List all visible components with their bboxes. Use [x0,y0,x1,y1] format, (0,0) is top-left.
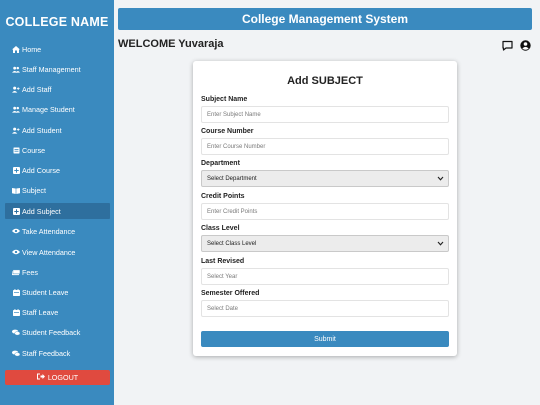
sidebar-item-view-attendance[interactable]: View Attendance [5,244,110,260]
department-select[interactable]: Select Department [201,170,449,187]
department-select-value: Select Department [207,175,257,182]
credit-points-input[interactable]: Enter Credit Points [201,203,449,220]
sidebar-item-student-feedback[interactable]: Student Feedback [5,324,110,340]
class-level-select[interactable]: Select Class Level [201,235,449,252]
plus-square-icon [12,166,20,174]
sidebar-item-label: Staff Management [22,64,81,74]
eye-icon [12,249,20,256]
sidebar-item-staff-management[interactable]: Staff Management [5,61,110,77]
sidebar-item-label: Student Leave [22,287,69,297]
comments-icon [12,350,20,357]
sidebar-item-label: Fees [22,267,38,277]
submit-button[interactable]: Submit [201,331,449,347]
money-icon [12,269,20,276]
last-revised-label: Last Revised [201,258,245,265]
sidebar-item-student-leave[interactable]: Student Leave [5,284,110,300]
user-plus-icon [12,86,20,93]
sidebar-item-label: Take Attendance [22,226,76,236]
chevron-down-icon [437,240,444,247]
course-number-label: Course Number [201,128,254,135]
app-title-bar: College Management System [118,8,532,30]
semester-offered-input[interactable]: Select Date [201,300,449,317]
app-title: College Management System [241,12,409,26]
welcome-text: WELCOME Yuvaraja [118,38,224,50]
home-icon [12,45,20,53]
user-plus-icon [12,127,20,134]
calendar-icon [12,308,20,316]
class-level-label: Class Level [201,225,240,232]
sidebar-item-label: Subject [22,185,46,195]
sidebar-item-fees[interactable]: Fees [5,264,110,280]
sign-out-icon [36,373,45,382]
last-revised-input[interactable]: Select Year [201,268,449,285]
subject-name-input[interactable]: Enter Subject Name [201,106,449,123]
users-icon [12,66,20,73]
sidebar-item-staff-feedback[interactable]: Staff Feedback [5,345,110,361]
sidebar-item-label: Staff Leave [22,307,59,317]
form-title: Add SUBJECT [287,75,363,87]
sidebar-item-take-attendance[interactable]: Take Attendance [5,223,110,239]
chevron-down-icon [437,175,444,182]
sidebar-item-manage-student[interactable]: Manage Student [5,101,110,117]
sidebar-item-add-course[interactable]: Add Course [5,162,110,178]
department-label: Department [201,160,240,167]
sidebar-item-label: Add Student [22,125,62,135]
message-icon[interactable] [502,38,513,51]
eye-icon [12,228,20,235]
sidebar-item-subject[interactable]: Subject [5,182,110,198]
book-icon [12,147,20,154]
calendar-icon [12,288,20,296]
brand-title: COLLEGE NAME [5,15,109,29]
logout-label: LOGOUT [47,373,79,382]
sidebar-item-label: Student Feedback [22,327,81,337]
sidebar-item-label: Manage Student [22,104,75,114]
sidebar-item-home[interactable]: Home [5,41,110,57]
users-icon [12,106,20,113]
sidebar-item-add-staff[interactable]: Add Staff [5,81,110,97]
book-open-icon [12,187,20,194]
sidebar: COLLEGE NAME Home Staff Management Add S… [0,0,114,405]
course-number-input[interactable]: Enter Course Number [201,138,449,155]
sidebar-item-label: Course [22,145,46,155]
sidebar-item-add-student[interactable]: Add Student [5,122,110,138]
plus-square-icon [12,207,20,215]
semester-offered-label: Semester Offered [201,290,260,297]
logout-button[interactable]: LOGOUT [5,370,110,385]
sidebar-item-label: Add Course [22,165,60,175]
sidebar-item-staff-leave[interactable]: Staff Leave [5,304,110,320]
sidebar-item-course[interactable]: Course [5,142,110,158]
add-subject-card: Add SUBJECT Subject Name Enter Subject N… [193,61,457,356]
class-level-select-value: Select Class Level [207,240,257,247]
sidebar-item-label: Add Staff [22,84,52,94]
sidebar-item-add-subject[interactable]: Add Subject [5,203,110,219]
sidebar-item-label: Home [22,44,42,54]
sidebar-item-label: Staff Feedback [22,348,71,358]
subject-name-label: Subject Name [201,96,248,103]
sidebar-item-label: View Attendance [22,247,76,257]
user-circle-icon[interactable] [520,38,531,51]
credit-points-label: Credit Points [201,193,245,200]
comments-icon [12,329,20,336]
sidebar-item-label: Add Subject [22,206,61,216]
